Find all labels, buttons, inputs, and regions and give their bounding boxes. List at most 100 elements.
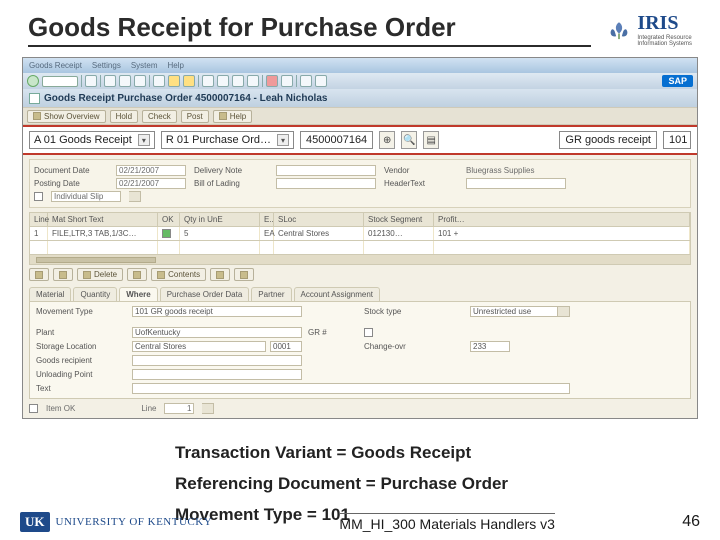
movement-type-field[interactable]: 101	[663, 131, 691, 149]
lbl-unload: Unloading Point	[36, 370, 126, 379]
doc-date-field[interactable]: 02/21/2007	[116, 165, 186, 176]
prev-icon[interactable]	[217, 75, 229, 87]
cell-qty: 5	[180, 227, 260, 240]
unload-field[interactable]	[132, 369, 302, 380]
lbl-header: HeaderText	[384, 179, 458, 188]
sloc-code[interactable]: 0001	[270, 341, 302, 352]
cell-un: EA	[260, 227, 274, 240]
last-icon[interactable]	[247, 75, 259, 87]
newsession-icon[interactable]	[266, 75, 278, 87]
indiv-slip-check[interactable]	[34, 192, 43, 201]
grid-btn-contents[interactable]: Contents	[151, 268, 206, 281]
grid-btn-1[interactable]	[29, 268, 49, 281]
cell-prof: 101 +	[434, 227, 690, 240]
where-panel: Movement Type 101 GR goods receipt Stock…	[29, 301, 691, 399]
lbl-chg: Change-ovr	[364, 342, 464, 351]
search-po-icon[interactable]: 🔍	[401, 131, 417, 149]
col-e: E..	[260, 213, 274, 226]
grid-btn-delete[interactable]: Delete	[77, 268, 123, 281]
check-button[interactable]: Check	[142, 110, 177, 123]
mvt-field[interactable]: 101 GR goods receipt	[132, 306, 302, 317]
col-qty: Qty in UnE	[180, 213, 260, 226]
transaction-variant-row: A 01 Goods Receipt ▾ R 01 Purchase Ord… …	[23, 125, 697, 155]
findnext-icon[interactable]	[183, 75, 195, 87]
find-icon[interactable]	[168, 75, 180, 87]
po-number-field[interactable]: 4500007164	[300, 131, 373, 149]
hold-button[interactable]: Hold	[110, 110, 138, 123]
dropdown-icon[interactable]	[558, 306, 570, 317]
tab-where[interactable]: Where	[119, 287, 157, 301]
iris-logo-text: IRIS	[637, 12, 692, 35]
save-icon[interactable]	[85, 75, 97, 87]
stock-field[interactable]: Unrestricted use	[470, 306, 558, 317]
tab-quantity[interactable]: Quantity	[73, 287, 117, 301]
lbl-gr-recipient: Goods recipient	[36, 356, 126, 365]
plant-field[interactable]: UofKentucky	[132, 327, 302, 338]
first-icon[interactable]	[202, 75, 214, 87]
ok-checkbox[interactable]	[162, 229, 171, 238]
print-icon[interactable]	[153, 75, 165, 87]
grid-btn-2[interactable]	[53, 268, 73, 281]
grid-btn-7[interactable]	[234, 268, 254, 281]
item-row[interactable]: 1 FILE,LTR,3 TAB,1/3C… 5 EA Central Stor…	[29, 227, 691, 241]
show-overview-button[interactable]: Show Overview	[27, 110, 106, 123]
headertext-field[interactable]	[466, 178, 566, 189]
lbl-gri: GR #	[308, 328, 358, 337]
iris-logo: IRIS Integrated ResourceInformation Syst…	[605, 12, 692, 47]
help-button[interactable]: Help	[213, 110, 252, 123]
grid-button-row: Delete Contents	[29, 268, 691, 281]
col-mat: Mat Short Text	[48, 213, 158, 226]
command-field[interactable]	[42, 76, 78, 87]
execute-icon[interactable]: ⊕	[379, 131, 395, 149]
menu-gr[interactable]: Goods Receipt	[29, 61, 82, 70]
layout-icon[interactable]	[315, 75, 327, 87]
cancel-icon[interactable]	[134, 75, 146, 87]
menu-system[interactable]: System	[131, 61, 158, 70]
gr-text-field[interactable]: GR goods receipt	[559, 131, 657, 149]
lbl-text: Text	[36, 384, 126, 393]
menu-settings[interactable]: Settings	[92, 61, 121, 70]
sloc-field[interactable]: Central Stores	[132, 341, 266, 352]
slip-dropdown[interactable]: Individual Slip	[51, 191, 121, 202]
lbl-plant: Plant	[36, 328, 126, 337]
bill-field[interactable]	[276, 178, 376, 189]
sap-screenshot: Goods Receipt Settings System Help SAP G…	[22, 57, 698, 419]
options-icon[interactable]: ▤	[423, 131, 439, 149]
text-field[interactable]	[132, 383, 570, 394]
grid-scrollbar[interactable]	[29, 255, 691, 265]
tab-podata[interactable]: Purchase Order Data	[160, 287, 250, 301]
menu-help[interactable]: Help	[168, 61, 184, 70]
lbl-line: Line	[141, 404, 156, 413]
lbl-postdate: Posting Date	[34, 179, 108, 188]
grid-btn-6[interactable]	[210, 268, 230, 281]
sap-menu-bar: Goods Receipt Settings System Help	[23, 58, 697, 73]
col-ok: OK	[158, 213, 180, 226]
line-field[interactable]: 1	[164, 403, 194, 414]
post-button[interactable]: Post	[181, 110, 209, 123]
dropdown-icon[interactable]	[129, 191, 141, 202]
toggle-icon[interactable]	[29, 93, 40, 104]
gr-recipient-field[interactable]	[132, 355, 302, 366]
exit-icon[interactable]	[119, 75, 131, 87]
help-icon[interactable]	[300, 75, 312, 87]
tab-acct[interactable]: Account Assignment	[294, 287, 380, 301]
line-nav-icon[interactable]	[202, 403, 214, 414]
shortcut-icon[interactable]	[281, 75, 293, 87]
reference-doc-dropdown[interactable]: R 01 Purchase Ord… ▾	[161, 131, 294, 149]
item-ok-check[interactable]	[29, 404, 38, 413]
enter-icon[interactable]	[27, 75, 39, 87]
lbl-itemok: Item OK	[46, 404, 75, 413]
lbl-vendor: Vendor	[384, 166, 458, 175]
annot-2: Referencing Document = Purchase Order	[175, 470, 720, 499]
gri-check[interactable]	[364, 328, 373, 337]
grid-btn-4[interactable]	[127, 268, 147, 281]
next-icon[interactable]	[232, 75, 244, 87]
tab-partner[interactable]: Partner	[251, 287, 291, 301]
back-icon[interactable]	[104, 75, 116, 87]
tab-material[interactable]: Material	[29, 287, 71, 301]
deliv-note-field[interactable]	[276, 165, 376, 176]
post-date-field[interactable]: 02/21/2007	[116, 178, 186, 189]
col-sloc: SLoc	[274, 213, 364, 226]
transaction-variant-dropdown[interactable]: A 01 Goods Receipt ▾	[29, 131, 155, 149]
chg-field[interactable]: 233	[470, 341, 510, 352]
